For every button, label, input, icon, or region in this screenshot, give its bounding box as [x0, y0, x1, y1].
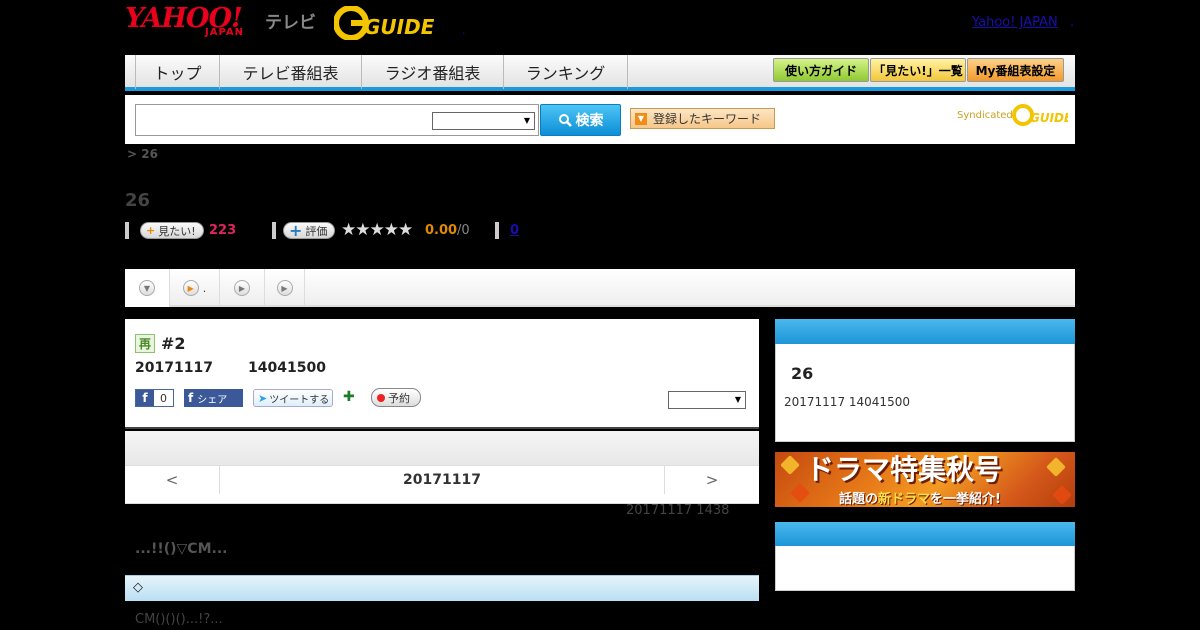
- main-navbar: トップ テレビ番組表 ラジオ番組表 ランキング 使い方ガイド 「見たい!」一覧 …: [125, 55, 1075, 91]
- review-count-link[interactable]: 0: [510, 223, 519, 238]
- gguide-logo[interactable]: GUIDE: [334, 6, 434, 40]
- syndicated-label: Syndicated: [957, 110, 1013, 121]
- svg-text:GUIDE: GUIDE: [1030, 111, 1068, 125]
- banner-subtitle-part2: を一挙紹介!: [930, 492, 1001, 507]
- rate-button-label: 評価: [305, 224, 328, 238]
- banner-subtitle: 話題の新ドラマを一挙紹介!: [839, 488, 1001, 507]
- facebook-share-label: シェア: [197, 394, 228, 406]
- nav-tab-tv-schedule[interactable]: テレビ番組表: [220, 55, 362, 89]
- leaf-decoration: [1052, 485, 1072, 505]
- sidebar-box-header: [775, 319, 1075, 344]
- yahoo-logo-japan: JAPAN: [205, 27, 244, 38]
- banner-title: ドラマ特集秋号: [806, 453, 1003, 486]
- sidebar-program-title[interactable]: 26: [791, 364, 813, 383]
- previous-date-button[interactable]: <: [125, 466, 220, 494]
- reserve-button[interactable]: 予約: [371, 388, 421, 407]
- registered-keywords-label: 登録したキーワード: [653, 112, 762, 126]
- nav-tab-ranking[interactable]: ランキング: [504, 55, 628, 89]
- play-icon: ▶: [234, 280, 250, 296]
- usage-guide-button[interactable]: 使い方ガイド: [773, 58, 869, 82]
- yahoo-japan-link[interactable]: Yahoo! JAPAN: [972, 15, 1058, 30]
- tweet-button[interactable]: ➤ ツイートする: [253, 389, 333, 407]
- syndicated-gguide-logo: GUIDE: [1012, 104, 1068, 126]
- breadcrumb: > 26: [127, 147, 158, 161]
- leaf-decoration: [1046, 457, 1066, 477]
- plus-icon: +: [146, 224, 156, 237]
- nav-tab-radio-schedule[interactable]: ラジオ番組表: [362, 55, 504, 89]
- my-schedule-settings-button[interactable]: My番組表設定: [967, 58, 1064, 82]
- facebook-icon: f: [188, 391, 194, 405]
- next-date-button[interactable]: >: [664, 466, 759, 494]
- play-icon: ▶: [182, 280, 199, 296]
- divider: [125, 222, 129, 239]
- tweet-button-label: ツイートする: [269, 394, 330, 406]
- facebook-like-count: 0: [160, 391, 167, 405]
- search-icon: [558, 114, 572, 127]
- search-category-select[interactable]: ▼: [432, 112, 535, 130]
- episode-panel: [125, 319, 759, 429]
- chevron-down-icon: ▼: [523, 116, 531, 125]
- banner-subtitle-highlight: 新ドラマ: [878, 492, 931, 507]
- dropdown-arrow-icon: ▼: [635, 112, 647, 125]
- banner-subtitle-part1: 話題の: [839, 492, 879, 507]
- content-heading: ...!!()▽CM...: [135, 541, 228, 557]
- rating-stars: ★★★★★: [341, 220, 413, 240]
- program-tabs: ▼ ▶ . ▶ ▶: [125, 269, 1075, 307]
- program-tab-2[interactable]: ▶ .: [170, 269, 220, 307]
- divider: [495, 222, 499, 239]
- rating-count: /0: [457, 223, 470, 238]
- rate-button[interactable]: + 評価: [283, 222, 335, 239]
- search-button[interactable]: 検索: [540, 104, 621, 136]
- program-tab-1[interactable]: ▼: [125, 269, 170, 307]
- facebook-like-button[interactable]: f 0: [135, 389, 174, 407]
- yahoo-link-dot: .: [1070, 15, 1075, 30]
- tv-logo-text: テレビ: [265, 13, 316, 33]
- svg-text:GUIDE: GUIDE: [364, 15, 434, 39]
- chevron-down-icon: ▼: [734, 395, 742, 404]
- want-button[interactable]: + 見たい!: [140, 222, 204, 239]
- episode-date: 20171117: [135, 360, 213, 376]
- program-title: 26: [125, 190, 151, 211]
- search-button-label: 検索: [575, 113, 604, 129]
- play-icon: ▶: [276, 280, 293, 296]
- twitter-bird-icon: ➤: [258, 391, 268, 405]
- section-label: ◇: [133, 580, 143, 595]
- reserve-button-label: 予約: [388, 391, 410, 405]
- rating-score: 0.00: [425, 223, 458, 238]
- program-tab-2-label: .: [202, 281, 207, 295]
- record-dot-icon: [377, 393, 385, 402]
- content-body: CM()()()...!?...: [135, 612, 223, 627]
- program-tab-3[interactable]: ▶: [220, 269, 265, 307]
- episode-time: 14041500: [248, 360, 326, 376]
- facebook-share-button[interactable]: f シェア: [184, 389, 243, 407]
- registered-keywords-button[interactable]: ▼ 登録したキーワード: [630, 108, 775, 129]
- want-list-button[interactable]: 「見たい!」一覧: [870, 58, 966, 82]
- update-timestamp: 20171117 1438: [626, 503, 730, 518]
- section-header: [125, 575, 759, 601]
- facebook-icon: f: [136, 390, 154, 406]
- episode-strip: [125, 431, 759, 465]
- program-tab-4[interactable]: ▶: [265, 269, 305, 307]
- page: YAHOO! JAPAN テレビ GUIDE . Yahoo! JAPAN . …: [0, 0, 1200, 630]
- want-count: 223: [209, 223, 237, 238]
- want-button-label: 見たい!: [158, 224, 196, 238]
- episode-select[interactable]: ▼: [668, 391, 746, 409]
- episode-title: #2: [161, 334, 186, 353]
- sidebar-box-2-header: [775, 522, 1075, 546]
- current-date: 20171117: [403, 472, 481, 488]
- add-bookmark-icon[interactable]: ✚: [343, 389, 359, 405]
- nav-tab-top[interactable]: トップ: [135, 55, 220, 89]
- leaf-decoration: [780, 455, 800, 475]
- header-dot: .: [462, 24, 466, 37]
- divider: [272, 222, 276, 239]
- chevron-down-icon: ▼: [139, 280, 155, 296]
- rerun-badge: 再: [135, 334, 155, 353]
- plus-icon: +: [289, 220, 303, 240]
- sidebar-program-datetime: 20171117 14041500: [784, 395, 910, 409]
